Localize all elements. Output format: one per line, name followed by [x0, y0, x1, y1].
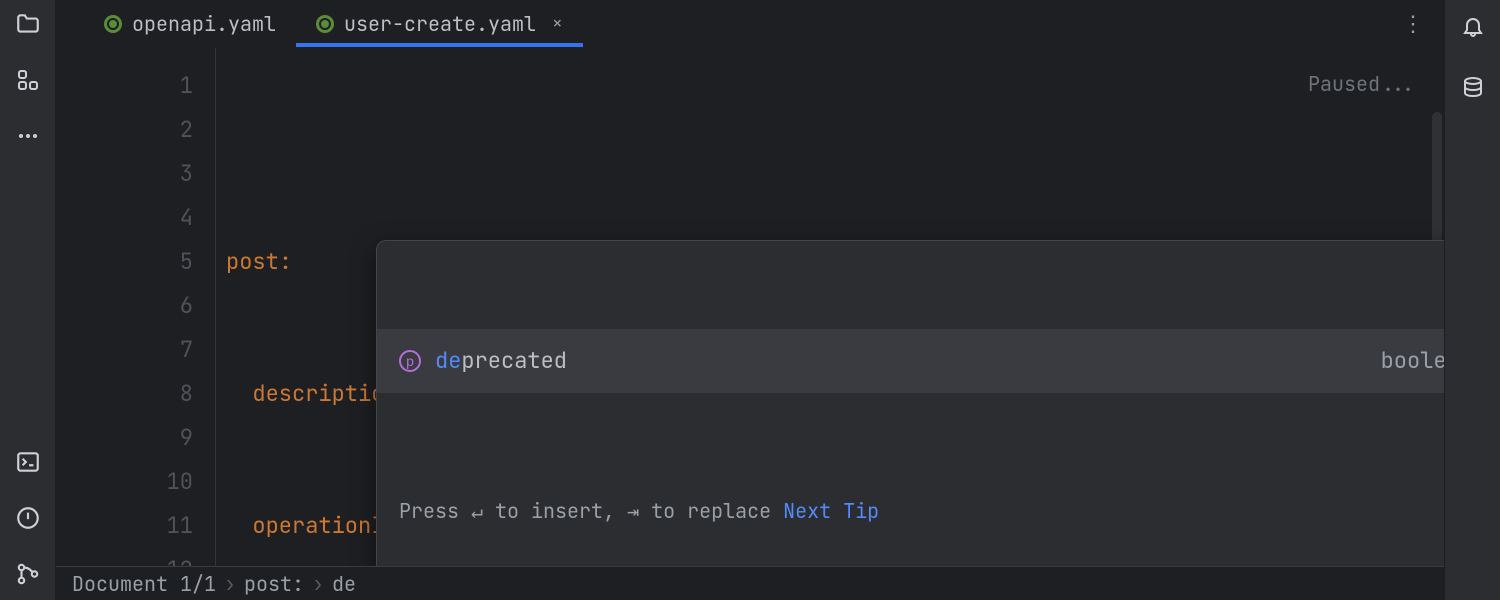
breadcrumb-item[interactable]: de — [332, 571, 356, 597]
breadcrumb-bar[interactable]: Document 1/1 › post: › de — [56, 566, 1444, 600]
left-toolbar — [0, 0, 56, 600]
breadcrumb-item[interactable]: post: — [244, 571, 304, 597]
next-tip-link[interactable]: Next Tip — [783, 489, 879, 533]
tab-key-icon: ⇥ — [627, 489, 639, 533]
editor-area: openapi.yaml user-create.yaml × ⋮ 1 2 3 … — [56, 0, 1444, 600]
notifications-icon[interactable] — [1459, 12, 1487, 40]
line-number: 5 — [56, 240, 193, 284]
property-icon: p — [399, 350, 421, 372]
chevron-right-icon: › — [224, 571, 236, 597]
line-number: 4 — [56, 196, 193, 240]
debugger-status: Paused... — [1308, 62, 1416, 106]
tab-label: openapi.yaml — [132, 11, 276, 37]
completion-popup: p deprecated boolean Press ↵ to insert, … — [376, 240, 1444, 566]
completion-item[interactable]: p deprecated boolean — [377, 329, 1444, 393]
problems-icon[interactable] — [14, 504, 42, 532]
vcs-icon[interactable] — [14, 560, 42, 588]
right-toolbar — [1444, 0, 1500, 600]
folder-icon[interactable] — [14, 10, 42, 38]
more-horizontal-icon[interactable] — [14, 122, 42, 150]
tab-bar: openapi.yaml user-create.yaml × ⋮ — [56, 0, 1444, 48]
line-number: 2 — [56, 108, 193, 152]
tab-overflow-menu[interactable]: ⋮ — [1402, 0, 1444, 47]
close-icon[interactable]: × — [552, 12, 563, 35]
completion-match: de — [435, 339, 461, 383]
completion-type: boolean — [1381, 339, 1444, 383]
tab-label: user-create.yaml — [344, 11, 536, 37]
completion-hint: Press ↵ to insert, ⇥ to replace Next Tip… — [377, 481, 1444, 543]
tab-openapi[interactable]: openapi.yaml — [84, 0, 296, 47]
line-number: 6 — [56, 284, 193, 328]
database-icon[interactable] — [1459, 74, 1487, 102]
line-number: 12 — [56, 548, 193, 566]
completion-rest: precated — [461, 339, 567, 383]
terminal-icon[interactable] — [14, 448, 42, 476]
line-number: 3 — [56, 152, 193, 196]
line-number: 8 — [56, 372, 193, 416]
tab-user-create[interactable]: user-create.yaml × — [296, 0, 583, 47]
breadcrumb-item[interactable]: Document 1/1 — [72, 571, 216, 597]
line-number: 7 — [56, 328, 193, 372]
yaml-file-icon — [104, 15, 122, 33]
line-number: 10 — [56, 460, 193, 504]
line-number: 11 — [56, 504, 193, 548]
yaml-file-icon — [316, 15, 334, 33]
code-editor[interactable]: Paused... post: description: "save user"… — [216, 48, 1444, 566]
line-gutter: 1 2 3 4 5 6 7 8 9 10 11 12 — [56, 48, 216, 566]
line-number: 1 — [56, 64, 193, 108]
structure-icon[interactable] — [14, 66, 42, 94]
enter-key-icon: ↵ — [471, 489, 483, 533]
chevron-right-icon: › — [312, 571, 324, 597]
line-number: 9 — [56, 416, 193, 460]
